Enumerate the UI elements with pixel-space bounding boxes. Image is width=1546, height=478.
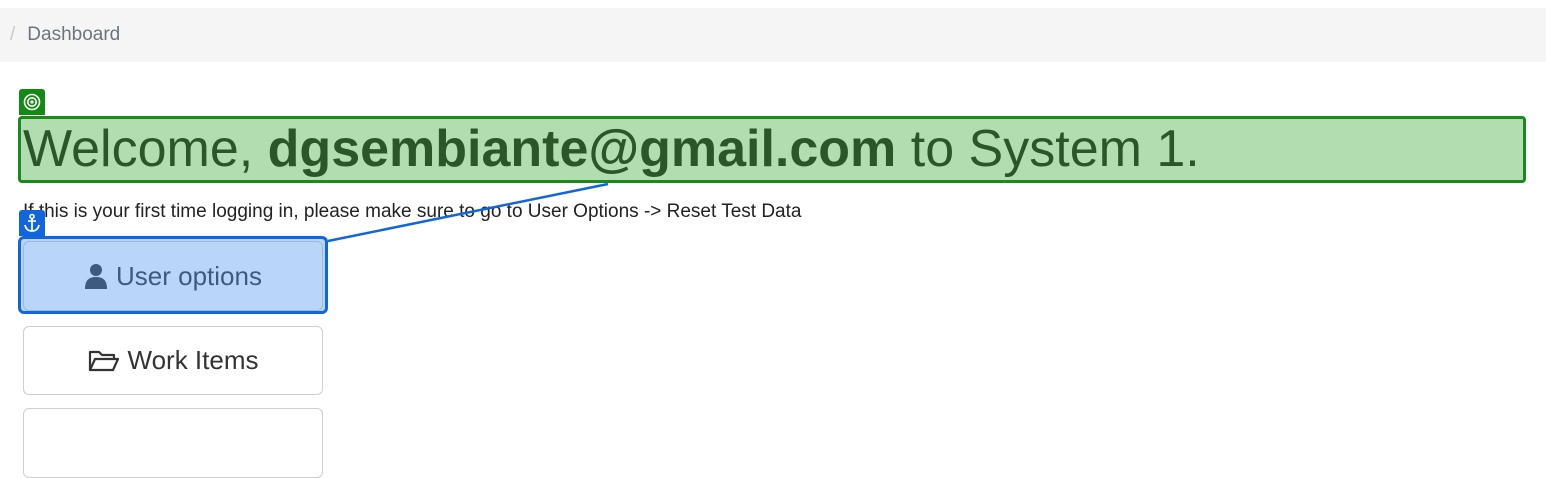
work-items-label: Work Items <box>127 345 259 375</box>
breadcrumb-separator: / <box>10 24 16 45</box>
work-items-button[interactable]: Work Items <box>23 326 323 395</box>
user-options-highlight-box <box>18 236 328 314</box>
anchor-icon <box>19 210 45 236</box>
breadcrumb: / Dashboard <box>0 8 1546 62</box>
breadcrumb-item-dashboard[interactable]: Dashboard <box>27 24 120 46</box>
welcome-highlight-box <box>18 116 1526 183</box>
folder-open-icon <box>88 349 120 373</box>
next-menu-button[interactable] <box>23 408 323 478</box>
target-icon <box>19 89 45 115</box>
first-login-hint: If this is your first time logging in, p… <box>23 201 802 222</box>
